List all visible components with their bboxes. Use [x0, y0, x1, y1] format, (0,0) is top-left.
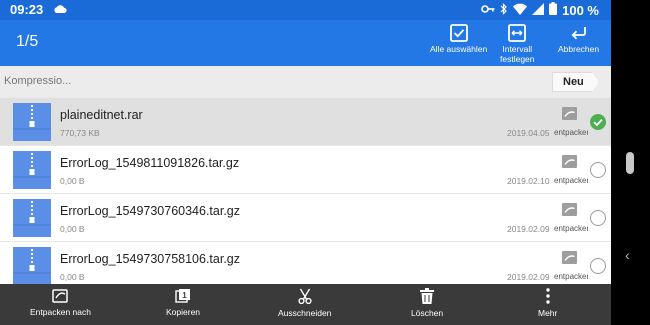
file-name: ErrorLog_1549730758106.tar.gz	[60, 252, 241, 266]
file-list: plaineditnet.rar 770,73 KB 2019.04.05 en…	[0, 98, 611, 290]
extract-here-label: entpacken	[554, 128, 588, 137]
extract-to-label: Entpacken nach	[30, 307, 91, 317]
file-name: ErrorLog_1549811091826.tar.gz	[60, 156, 240, 170]
svg-text:1: 1	[182, 291, 187, 300]
extract-here-icon[interactable]	[562, 107, 577, 125]
back-chevron-icon[interactable]: ‹	[625, 247, 630, 263]
cancel-button[interactable]: Abbrechen	[558, 24, 599, 54]
scissors-icon	[298, 288, 312, 304]
archive-file-icon	[13, 199, 51, 237]
cloud-icon	[53, 2, 67, 20]
extract-to-button[interactable]: Entpacken nach	[30, 288, 91, 317]
app-window: 09:23 100 % 1/5 Alle auswählen Intervall…	[0, 0, 611, 325]
file-date: 2019.02.09	[507, 272, 550, 282]
battery-icon	[549, 2, 558, 18]
breadcrumb-path[interactable]: Kompressio...	[4, 75, 71, 87]
home-pill[interactable]	[626, 152, 634, 174]
file-size: 770,73 KB	[60, 128, 100, 138]
unchecked-icon[interactable]	[590, 210, 606, 226]
interval-icon	[508, 24, 527, 42]
extract-icon	[52, 289, 69, 303]
extract-here-label: entpacken	[554, 224, 588, 233]
file-name: plaineditnet.rar	[60, 108, 143, 122]
select-all-icon	[449, 24, 468, 42]
bluetooth-icon	[500, 2, 508, 18]
copy-label: Kopieren	[166, 307, 201, 317]
selection-action-bar: 1/5 Alle auswählen Intervall festlegen A…	[0, 20, 611, 66]
file-row[interactable]: ErrorLog_1549730758106.tar.gz 0,00 B 201…	[0, 242, 611, 290]
file-size: 0,00 B	[60, 176, 85, 186]
file-date: 2019.02.10	[507, 176, 550, 186]
extract-here-icon[interactable]	[562, 251, 577, 269]
status-bar: 09:23 100 %	[0, 0, 611, 20]
extract-here-label: entpacken	[554, 272, 588, 281]
set-interval-label: Intervall festlegen	[500, 44, 535, 64]
checked-icon[interactable]	[590, 114, 606, 130]
file-row[interactable]: plaineditnet.rar 770,73 KB 2019.04.05 en…	[0, 98, 611, 146]
battery-level: 100 %	[562, 2, 599, 18]
file-date: 2019.04.05	[507, 128, 550, 138]
copy-icon: 1	[175, 289, 191, 303]
status-time: 09:23	[10, 2, 44, 17]
delete-label: Löschen	[411, 308, 444, 318]
cut-label: Ausschneiden	[278, 308, 332, 318]
undo-icon	[571, 27, 586, 40]
trash-icon	[420, 288, 435, 304]
archive-file-icon	[13, 247, 51, 285]
wifi-icon	[513, 3, 528, 18]
file-name: ErrorLog_1549730760346.tar.gz	[60, 204, 241, 218]
unchecked-icon[interactable]	[590, 162, 606, 178]
delete-button[interactable]: Löschen	[411, 288, 443, 318]
breadcrumb: Kompressio... Neu	[0, 66, 611, 98]
system-nav-strip: ‹	[611, 0, 650, 325]
set-interval-button[interactable]: Intervall festlegen	[500, 24, 535, 64]
archive-file-icon	[13, 151, 51, 189]
file-size: 0,00 B	[60, 272, 85, 282]
copy-button[interactable]: 1 Kopieren	[166, 288, 200, 317]
cut-button[interactable]: Ausschneiden	[278, 288, 331, 318]
file-size: 0,00 B	[60, 224, 85, 234]
cancel-label: Abbrechen	[558, 44, 600, 54]
extract-here-icon[interactable]	[562, 155, 577, 173]
unchecked-icon[interactable]	[590, 258, 606, 274]
new-button[interactable]: Neu	[552, 72, 599, 92]
status-icons: 100 %	[481, 2, 599, 18]
key-icon	[481, 3, 495, 18]
more-button[interactable]: Mehr	[538, 288, 557, 318]
file-row[interactable]: ErrorLog_1549730760346.tar.gz 0,00 B 201…	[0, 194, 611, 242]
signal-icon	[532, 2, 545, 18]
extract-here-icon[interactable]	[562, 203, 577, 221]
select-all-label: Alle auswählen	[430, 44, 488, 54]
bottom-toolbar: Entpacken nach 1 Kopieren Ausschneiden L…	[0, 284, 611, 325]
more-vert-icon	[545, 288, 550, 304]
file-row[interactable]: ErrorLog_1549811091826.tar.gz 0,00 B 201…	[0, 146, 611, 194]
archive-file-icon	[13, 103, 51, 141]
selection-count: 1/5	[16, 33, 39, 50]
select-all-button[interactable]: Alle auswählen	[430, 24, 487, 54]
extract-here-label: entpacken	[554, 176, 588, 185]
file-date: 2019.02.09	[507, 224, 550, 234]
more-label: Mehr	[538, 308, 558, 318]
